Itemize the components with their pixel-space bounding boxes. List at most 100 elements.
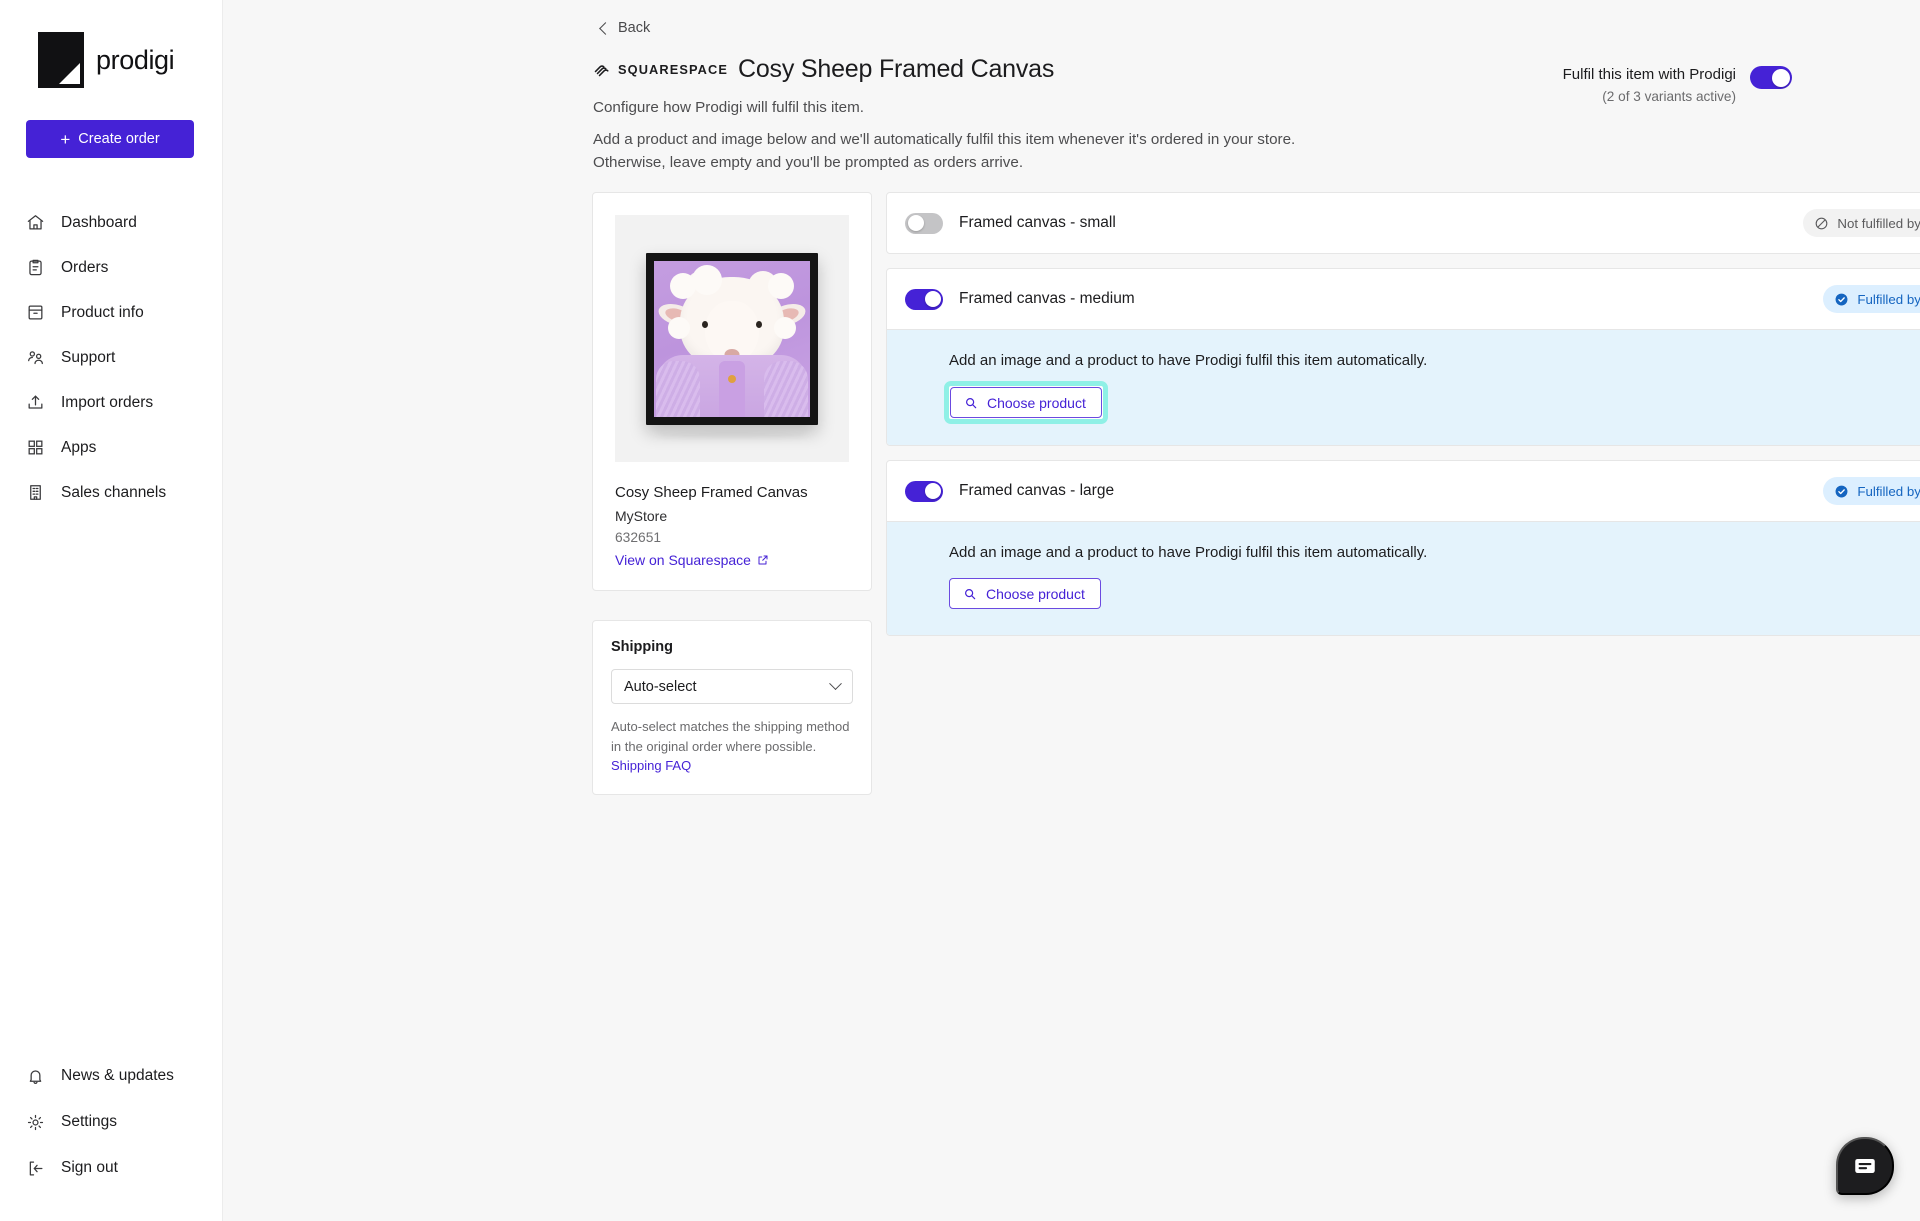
status-badge-label: Not fulfilled by Prodigi [1837,215,1920,231]
variant-header: Framed canvas - medium Fulfilled by Prod… [887,269,1920,329]
product-name: Cosy Sheep Framed Canvas [615,484,808,501]
product-store: MyStore [615,508,668,524]
back-link[interactable]: Back [599,20,651,36]
status-badge: Fulfilled by Prodigi [1823,285,1920,313]
sidebar-item-import-orders[interactable]: Import orders [0,380,222,425]
primary-nav: Dashboard Orders Product info Support Im… [0,200,222,515]
shipping-card: Shipping Auto-select Auto-select matches… [592,620,872,795]
plus-icon: + [60,129,71,149]
variant-toggle-large[interactable] [905,480,943,502]
variant-toggle-small[interactable] [905,212,943,234]
fulfil-toggle-sublabel: (2 of 3 variants active) [1602,89,1736,104]
sidebar-item-settings[interactable]: Settings [0,1099,222,1145]
shipping-help-text: Auto-select matches the shipping method … [611,717,853,776]
sidebar-item-label: Sign out [61,1159,118,1176]
sidebar: prodigi + Create order Dashboard Orders [0,0,223,1221]
create-order-button[interactable]: + Create order [26,120,194,158]
sidebar-item-sales-channels[interactable]: Sales channels [0,470,222,515]
fulfil-item-toggle-group: Fulfil this item with Prodigi (2 of 3 va… [1563,66,1792,104]
status-badge: Not fulfilled by Prodigi [1803,209,1920,237]
chevron-left-icon [599,21,612,35]
fulfil-toggle-label: Fulfil this item with Prodigi [1562,66,1736,83]
shipping-help-body: Auto-select matches the shipping method … [611,719,850,754]
choose-product-button-large[interactable]: Choose product [949,578,1101,609]
product-sku: 632651 [615,530,662,545]
choose-product-button-medium[interactable]: Choose product [950,387,1102,418]
variant-name: Framed canvas - large [959,482,1115,499]
shipping-method-value: Auto-select [624,678,697,695]
archive-box-icon [26,303,45,322]
bell-icon [26,1067,45,1086]
choose-product-label: Choose product [987,394,1086,411]
home-icon [26,213,45,232]
variants-list: Framed canvas - small Not fulfilled by P… [886,192,1920,650]
fulfil-toggle-text: Fulfil this item with Prodigi (2 of 3 va… [1563,66,1736,104]
status-badge-label: Fulfilled by Prodigi [1857,291,1920,307]
framed-canvas-artwork [646,252,818,425]
chevron-down-icon [829,677,842,691]
product-card: Cosy Sheep Framed Canvas MyStore 632651 … [592,192,872,591]
variant-body-text: Add an image and a product to have Prodi… [949,544,1428,561]
search-icon [966,397,977,408]
variant-body-text: Add an image and a product to have Prodi… [949,352,1428,369]
variant-name: Framed canvas - small [959,214,1116,231]
fulfil-item-toggle[interactable] [1750,66,1792,89]
brand-name: prodigi [96,44,175,75]
variant-header: Framed canvas - large Fulfilled by Prodi… [887,461,1920,521]
search-icon [965,588,976,599]
sidebar-item-dashboard[interactable]: Dashboard [0,200,222,245]
variant-name: Framed canvas - medium [959,290,1135,307]
sidebar-item-label: Product info [61,303,144,321]
shipping-method-select[interactable]: Auto-select [611,669,853,704]
sidebar-item-news-updates[interactable]: News & updates [0,1053,222,1099]
status-badge-label: Fulfilled by Prodigi [1857,483,1920,499]
clipboard-icon [26,258,45,277]
secondary-nav: News & updates Settings Sign out [0,1053,222,1221]
sidebar-item-label: Settings [61,1113,118,1130]
choose-product-label: Choose product [986,585,1085,602]
view-on-squarespace-link[interactable]: View on Squarespace [615,552,769,568]
sidebar-item-product-info[interactable]: Product info [0,290,222,335]
variant-card-small: Framed canvas - small Not fulfilled by P… [886,192,1920,254]
prodigi-logo-mark [38,32,84,88]
status-badge: Fulfilled by Prodigi [1823,477,1920,505]
gear-icon [26,1113,45,1132]
shipping-faq-link[interactable]: Shipping FAQ [611,758,691,773]
sidebar-item-support[interactable]: Support [0,335,222,380]
sidebar-item-sign-out[interactable]: Sign out [0,1145,222,1191]
grid-icon [26,438,45,457]
variant-card-medium: Framed canvas - medium Fulfilled by Prod… [886,268,1920,446]
variant-body: Add an image and a product to have Prodi… [887,521,1920,635]
chat-bubble-icon [1855,1158,1875,1174]
description-line-2: Otherwise, leave empty and you'll be pro… [593,154,1024,172]
squarespace-logo: SQUARESPACE [592,60,728,80]
variant-card-large: Framed canvas - large Fulfilled by Prodi… [886,460,1920,636]
sidebar-item-apps[interactable]: Apps [0,425,222,470]
sidebar-item-label: Apps [61,438,97,456]
building-icon [26,483,45,502]
external-link-icon [758,555,768,565]
sign-out-icon [26,1159,45,1178]
squarespace-wordmark: SQUARESPACE [618,62,728,77]
page-title-row: SQUARESPACE Cosy Sheep Framed Canvas [592,55,1054,84]
page-title: Cosy Sheep Framed Canvas [738,55,1055,83]
sidebar-item-label: Orders [61,258,109,276]
sidebar-item-label: News & updates [61,1067,174,1084]
sheep-illustration [654,261,810,417]
choose-product-highlight: Choose product [944,381,1108,424]
left-column: Cosy Sheep Framed Canvas MyStore 632651 … [592,192,872,795]
variant-header: Framed canvas - small Not fulfilled by P… [887,193,1920,253]
not-fulfilled-icon [1816,217,1828,229]
product-thumbnail [615,215,849,462]
description-line-1: Add a product and image below and we'll … [593,131,1296,148]
create-order-label: Create order [78,131,160,147]
page-subtitle: Configure how Prodigi will fulfil this i… [593,99,864,116]
chat-widget-button[interactable] [1836,1137,1894,1195]
sidebar-item-label: Support [61,348,116,366]
back-label: Back [618,20,651,36]
variant-toggle-medium[interactable] [905,288,943,310]
brand-logo[interactable]: prodigi [0,0,222,88]
main-content: Back SQUARESPACE Cosy Sheep Framed Canva… [223,0,1920,1221]
fulfilled-check-icon [1835,485,1848,497]
sidebar-item-orders[interactable]: Orders [0,245,222,290]
